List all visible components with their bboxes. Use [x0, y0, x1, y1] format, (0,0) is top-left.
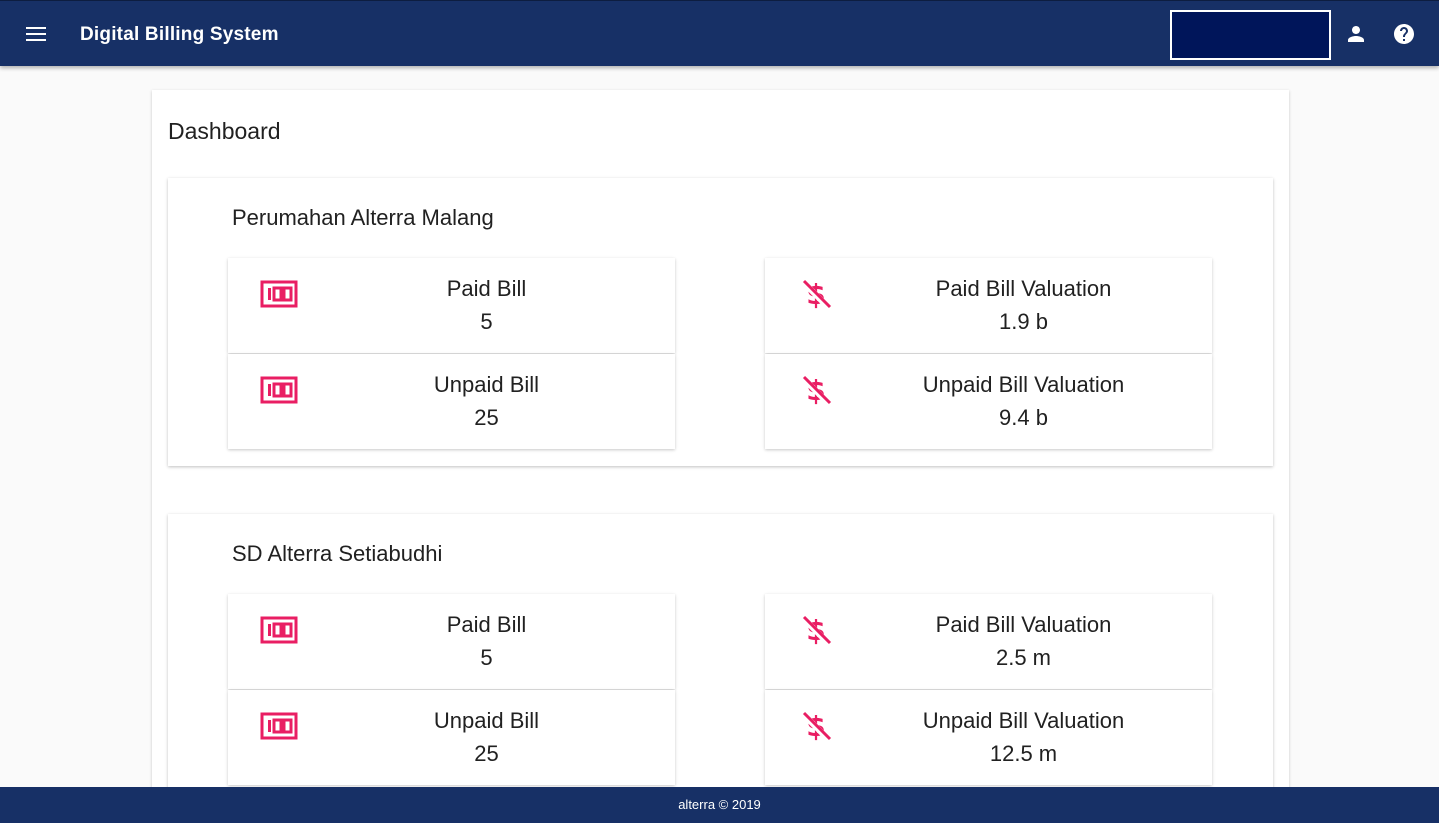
- paid-valuation-tile[interactable]: $ Paid Bill Valuation 1.9 b: [765, 258, 1212, 353]
- help-icon[interactable]: [1392, 22, 1416, 46]
- stat-label: Paid Bill Valuation: [935, 612, 1112, 637]
- stat-value: 9.4 b: [999, 405, 1048, 430]
- account-icon[interactable]: [1344, 22, 1368, 46]
- stat-value: 25: [474, 405, 499, 430]
- app-bar: Digital Billing System: [0, 0, 1439, 66]
- stat-value: 1.9 b: [999, 309, 1048, 334]
- location-card: Perumahan Alterra Malang Paid Bill 5 Unp…: [168, 178, 1273, 466]
- stat-value: 25: [474, 741, 499, 766]
- stat-label: Paid Bill: [446, 612, 527, 637]
- search-input[interactable]: [1170, 10, 1331, 60]
- app-title: Digital Billing System: [80, 24, 279, 45]
- unpaid-valuation-tile[interactable]: $ Unpaid Bill Valuation 9.4 b: [765, 354, 1212, 449]
- stat-value: 2.5 m: [995, 645, 1052, 670]
- page-title: Dashboard: [168, 118, 281, 144]
- stat-label: Paid Bill Valuation: [935, 276, 1112, 301]
- paid-bill-tile[interactable]: Paid Bill 5: [228, 258, 675, 353]
- unpaid-valuation-tile[interactable]: $ Unpaid Bill Valuation 12.5 m: [765, 690, 1212, 785]
- stat-label: Unpaid Bill: [433, 708, 540, 733]
- unpaid-bill-tile[interactable]: Unpaid Bill 25: [228, 354, 675, 449]
- dashboard-card: Dashboard Perumahan Alterra Malang Paid …: [152, 90, 1289, 810]
- stat-label: Unpaid Bill Valuation: [922, 708, 1125, 733]
- stat-value: 12.5 m: [989, 741, 1058, 766]
- stat-value: 5: [480, 645, 493, 670]
- location-card: SD Alterra Setiabudhi Paid Bill 5 Unpaid…: [168, 514, 1273, 802]
- stat-label: Unpaid Bill: [433, 372, 540, 397]
- footer: alterra © 2019: [0, 787, 1439, 823]
- paid-bill-tile[interactable]: Paid Bill 5: [228, 594, 675, 689]
- stat-label: Unpaid Bill Valuation: [922, 372, 1125, 397]
- location-name: Perumahan Alterra Malang: [232, 205, 494, 230]
- stat-value: 5: [480, 309, 493, 334]
- menu-icon[interactable]: [22, 20, 50, 48]
- stat-label: Paid Bill: [446, 276, 527, 301]
- unpaid-bill-tile[interactable]: Unpaid Bill 25: [228, 690, 675, 785]
- paid-valuation-tile[interactable]: $ Paid Bill Valuation 2.5 m: [765, 594, 1212, 689]
- location-name: SD Alterra Setiabudhi: [232, 541, 443, 566]
